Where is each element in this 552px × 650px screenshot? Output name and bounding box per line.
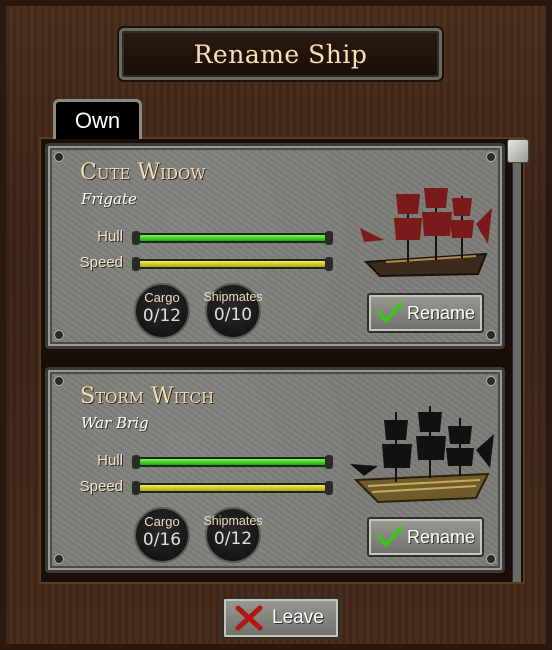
ship-icon (360, 188, 492, 278)
speed-bar (132, 257, 333, 271)
shipmates-value: 0/10 (213, 305, 253, 325)
ship-name: Storm Witch (80, 384, 215, 409)
title-bar: Rename Ship (119, 28, 442, 80)
close-icon (235, 605, 263, 631)
shipmates-label: Shipmates (203, 514, 263, 528)
rename-label: Rename (407, 526, 476, 547)
cargo-label: Cargo (144, 290, 180, 305)
scrollbar-thumb[interactable] (507, 139, 529, 163)
rivet-icon (54, 554, 64, 564)
cargo-label: Cargo (144, 514, 180, 529)
speed-label: Speed (79, 478, 123, 495)
hull-label: Hull (97, 452, 123, 469)
leave-button[interactable]: Leave (222, 597, 340, 639)
cargo-value: 0/16 (142, 530, 182, 550)
cargo-badge: Cargo 0/12 (134, 283, 190, 339)
speed-bar (132, 481, 333, 495)
rename-button[interactable]: Rename (367, 517, 484, 557)
rivet-icon (486, 152, 496, 162)
window-title: Rename Ship (193, 39, 368, 69)
ship-name: Cute Widow (80, 160, 206, 185)
hull-bar (132, 455, 333, 469)
rivet-icon (486, 376, 496, 386)
tab-own-label: Own (74, 107, 121, 133)
rivet-icon (54, 376, 64, 386)
cargo-value: 0/12 (142, 306, 182, 326)
ship-card: Storm Witch War Brig Hull Speed Cargo 0/… (45, 367, 505, 573)
speed-label: Speed (79, 254, 123, 271)
ship-type: War Brig (81, 414, 149, 432)
rename-label: Rename (407, 302, 476, 323)
checkmark-icon (377, 302, 403, 325)
rename-ship-window: Rename Ship Own Cute Widow Frigate Hull … (0, 0, 552, 650)
ship-icon (350, 406, 494, 504)
scrollbar-track[interactable] (512, 152, 521, 582)
hull-bar (132, 231, 333, 245)
rivet-icon (54, 152, 64, 162)
shipmates-label: Shipmates (203, 290, 263, 304)
tab-own[interactable]: Own (53, 99, 142, 139)
rivet-icon (54, 330, 64, 340)
shipmates-badge: Shipmates 0/12 (203, 507, 263, 563)
rivet-icon (486, 330, 496, 340)
hull-label: Hull (97, 228, 123, 245)
ship-card: Cute Widow Frigate Hull Speed Cargo 0/12… (45, 143, 505, 349)
rename-button[interactable]: Rename (367, 293, 484, 333)
leave-label: Leave (272, 607, 324, 628)
checkmark-icon (377, 526, 403, 549)
cargo-badge: Cargo 0/16 (134, 507, 190, 563)
shipmates-badge: Shipmates 0/10 (203, 283, 263, 339)
rivet-icon (486, 554, 496, 564)
ship-type: Frigate (81, 190, 137, 208)
shipmates-value: 0/12 (213, 529, 253, 549)
